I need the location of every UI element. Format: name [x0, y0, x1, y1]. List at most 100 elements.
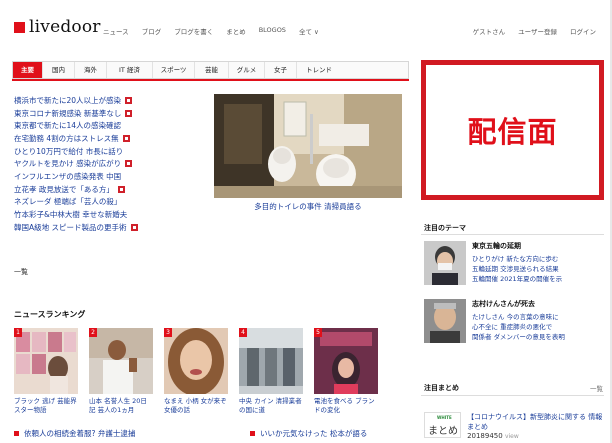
headline-item[interactable]: 横浜市で新たに20人以上が感染 — [14, 94, 204, 107]
theme-thumbnail[interactable] — [424, 241, 466, 285]
feature-caption[interactable]: 多目的トイレの事件 清掃員語る — [214, 201, 402, 212]
photo-icon — [125, 109, 133, 117]
bullet-icon — [14, 431, 19, 436]
restroom-photo — [214, 94, 402, 198]
theme-heading[interactable]: 東京五輪の延期 — [472, 241, 604, 251]
ad-placement-label: 配信面 — [467, 115, 558, 149]
global-nav: ニュース ブログ ブログを書く まとめ BLOGOS 全て ∨ — [103, 26, 319, 36]
headline-item[interactable]: 東京都で新たに14人の感染確認 — [14, 119, 204, 132]
tab-main[interactable]: 主要 — [13, 62, 43, 78]
logo-text: livedoor — [29, 17, 101, 37]
matome-more-link[interactable]: 一覧 — [590, 383, 603, 393]
tab-entertainment[interactable]: 芸能 — [195, 62, 229, 78]
photo-icon — [117, 185, 125, 193]
nav-blogos[interactable]: BLOGOS — [259, 26, 286, 36]
ranking-caption[interactable]: なまえ 小柄 女が来ぞ 女優の話 — [164, 397, 228, 415]
ranking-thumbnail[interactable]: 1 — [14, 328, 78, 394]
theme-item[interactable]: 東京五輪の延期 ひとりがけ 新たな方向に歩む 五輪延期 交渉見送られる結果 五輪… — [424, 241, 604, 285]
headlines-more-link[interactable]: 一覧 — [14, 267, 28, 277]
tab-trend[interactable]: トレンド — [297, 62, 341, 78]
ranking-item[interactable]: 2 山本 名誉人生 20日記 芸人の1ヵ月 — [89, 328, 153, 415]
photo-icon — [125, 160, 133, 168]
divider — [421, 395, 604, 396]
theme-link[interactable]: ひとりがけ 新たな方向に歩む — [472, 254, 604, 264]
headline-item[interactable]: インフルエンザの感染発表 中国 — [14, 170, 204, 183]
ranking-item[interactable]: 4 中央 カイン 清掃業者 の国に道 — [239, 328, 303, 415]
theme-link[interactable]: 五輪延期 交渉見送られる結果 — [472, 264, 604, 274]
ranking-caption[interactable]: 電池を食べる ブランドの変化 — [314, 397, 378, 415]
login-link[interactable]: ログイン — [570, 26, 596, 36]
bottom-news-item[interactable]: 依頼人の相続金着服? 弁護士逮捕 — [14, 428, 135, 439]
theme-link[interactable]: たけしさん 今の言葉の意味に — [472, 312, 604, 322]
headline-item[interactable]: 韓国A級地 スピード製品の更手術 — [14, 221, 204, 234]
rank-number: 4 — [239, 328, 247, 337]
headline-item[interactable]: ひとり10万円で給付 市長に話り — [14, 145, 204, 158]
rank-number: 1 — [14, 328, 22, 337]
themes-title: 注目のテーマ — [424, 224, 466, 232]
ranking-caption[interactable]: ブラック 逃げ 芸能界 スター物語 — [14, 397, 78, 415]
headline-item[interactable]: 在宅勤務 4割の方はストレス無 — [14, 132, 204, 145]
register-link[interactable]: ユーザー登録 — [518, 26, 557, 36]
user-links: ゲストさん ユーザー登録 ログイン — [473, 26, 596, 36]
ranking-caption[interactable]: 中央 カイン 清掃業者 の国に道 — [239, 397, 303, 415]
headline-item[interactable]: ヤクルトを見かけ 感染が広がり — [14, 157, 204, 170]
photo-icon — [122, 134, 130, 142]
tab-sports[interactable]: スポーツ — [153, 62, 195, 78]
ranking-item[interactable]: 5 電池を食べる ブランドの変化 — [314, 328, 378, 415]
theme-photo-1 — [424, 241, 466, 285]
theme-link[interactable]: 心不全に 重症肺炎の悪化で — [472, 322, 604, 332]
matome-logo: WHITE まとめ — [424, 412, 462, 438]
rank-number: 2 — [89, 328, 97, 337]
logo-square-icon — [14, 21, 25, 33]
header: livedoor ニュース ブログ ブログを書く まとめ BLOGOS 全て ∨… — [0, 0, 612, 50]
ranking-row: 1 ブラック 逃げ 芸能界 スター物語 2 山本 名誉人生 20日記 芸人の1ヵ… — [14, 328, 378, 415]
ranking-photo-4 — [239, 328, 303, 394]
ranking-photo-2 — [89, 328, 153, 394]
tab-it-economy[interactable]: IT 経済 — [107, 62, 153, 78]
matome-item[interactable]: WHITE まとめ 【コロナウイルス】新型肺炎に関する 情報まとめ 201894… — [424, 412, 604, 440]
ad-placement[interactable]: 配信面 — [421, 60, 604, 200]
nav-matome[interactable]: まとめ — [226, 26, 246, 36]
headline-item[interactable]: ネズレーダ 極端ば「芸人の殺」 — [14, 196, 204, 209]
tab-domestic[interactable]: 国内 — [43, 62, 75, 78]
divider — [421, 234, 604, 235]
photo-icon — [125, 96, 133, 104]
theme-link[interactable]: 五輪開催 2021年夏の開催を示 — [472, 274, 604, 284]
tab-women[interactable]: 女子 — [265, 62, 297, 78]
ranking-item[interactable]: 1 ブラック 逃げ 芸能界 スター物語 — [14, 328, 78, 415]
ranking-photo-1 — [14, 328, 78, 394]
theme-link[interactable]: 関係者 ダメンバーの意見を表明 — [472, 332, 604, 342]
nav-blog[interactable]: ブログ — [142, 26, 162, 36]
bullet-icon — [250, 431, 255, 436]
rank-number: 5 — [314, 328, 322, 337]
headline-item[interactable]: 立花孝 政見放送で「ある方」 — [14, 183, 204, 196]
theme-item[interactable]: 志村けんさんが死去 たけしさん 今の言葉の意味に 心不全に 重症肺炎の悪化で 関… — [424, 299, 604, 343]
ranking-title: ニュースランキング — [14, 310, 86, 319]
nav-all-dropdown[interactable]: 全て ∨ — [299, 26, 319, 36]
nav-news[interactable]: ニュース — [103, 26, 129, 36]
theme-thumbnail[interactable] — [424, 299, 466, 343]
matome-title: 注目まとめ — [424, 384, 459, 392]
ranking-thumbnail[interactable]: 5 — [314, 328, 378, 394]
theme-body: 志村けんさんが死去 たけしさん 今の言葉の意味に 心不全に 重症肺炎の悪化で 関… — [472, 299, 604, 343]
ranking-photo-3 — [164, 328, 228, 394]
theme-photo-2 — [424, 299, 466, 343]
feature-image[interactable] — [214, 94, 402, 198]
matome-view-count: 20189450 view — [467, 432, 519, 440]
headline-item[interactable]: 東京コロナ新規感染 新基準なし — [14, 107, 204, 120]
headline-item[interactable]: 竹本彩子&中林大樹 幸せな新婚夫 — [14, 208, 204, 221]
livedoor-logo[interactable]: livedoor — [14, 17, 101, 37]
theme-heading[interactable]: 志村けんさんが死去 — [472, 299, 604, 309]
matome-link[interactable]: 【コロナウイルス】新型肺炎に関する 情報まとめ — [467, 412, 604, 432]
bottom-news-item[interactable]: いいか元気なけった 松本が語る — [250, 428, 367, 439]
ranking-photo-5 — [314, 328, 378, 394]
ranking-caption[interactable]: 山本 名誉人生 20日記 芸人の1ヵ月 — [89, 397, 153, 415]
tab-gourmet[interactable]: グルメ — [229, 62, 265, 78]
ranking-thumbnail[interactable]: 2 — [89, 328, 153, 394]
nav-write-blog[interactable]: ブログを書く — [174, 26, 213, 36]
tab-overseas[interactable]: 海外 — [75, 62, 107, 78]
ranking-thumbnail[interactable]: 4 — [239, 328, 303, 394]
ranking-thumbnail[interactable]: 3 — [164, 328, 228, 394]
rank-number: 3 — [164, 328, 172, 337]
ranking-item[interactable]: 3 なまえ 小柄 女が来ぞ 女優の話 — [164, 328, 228, 415]
